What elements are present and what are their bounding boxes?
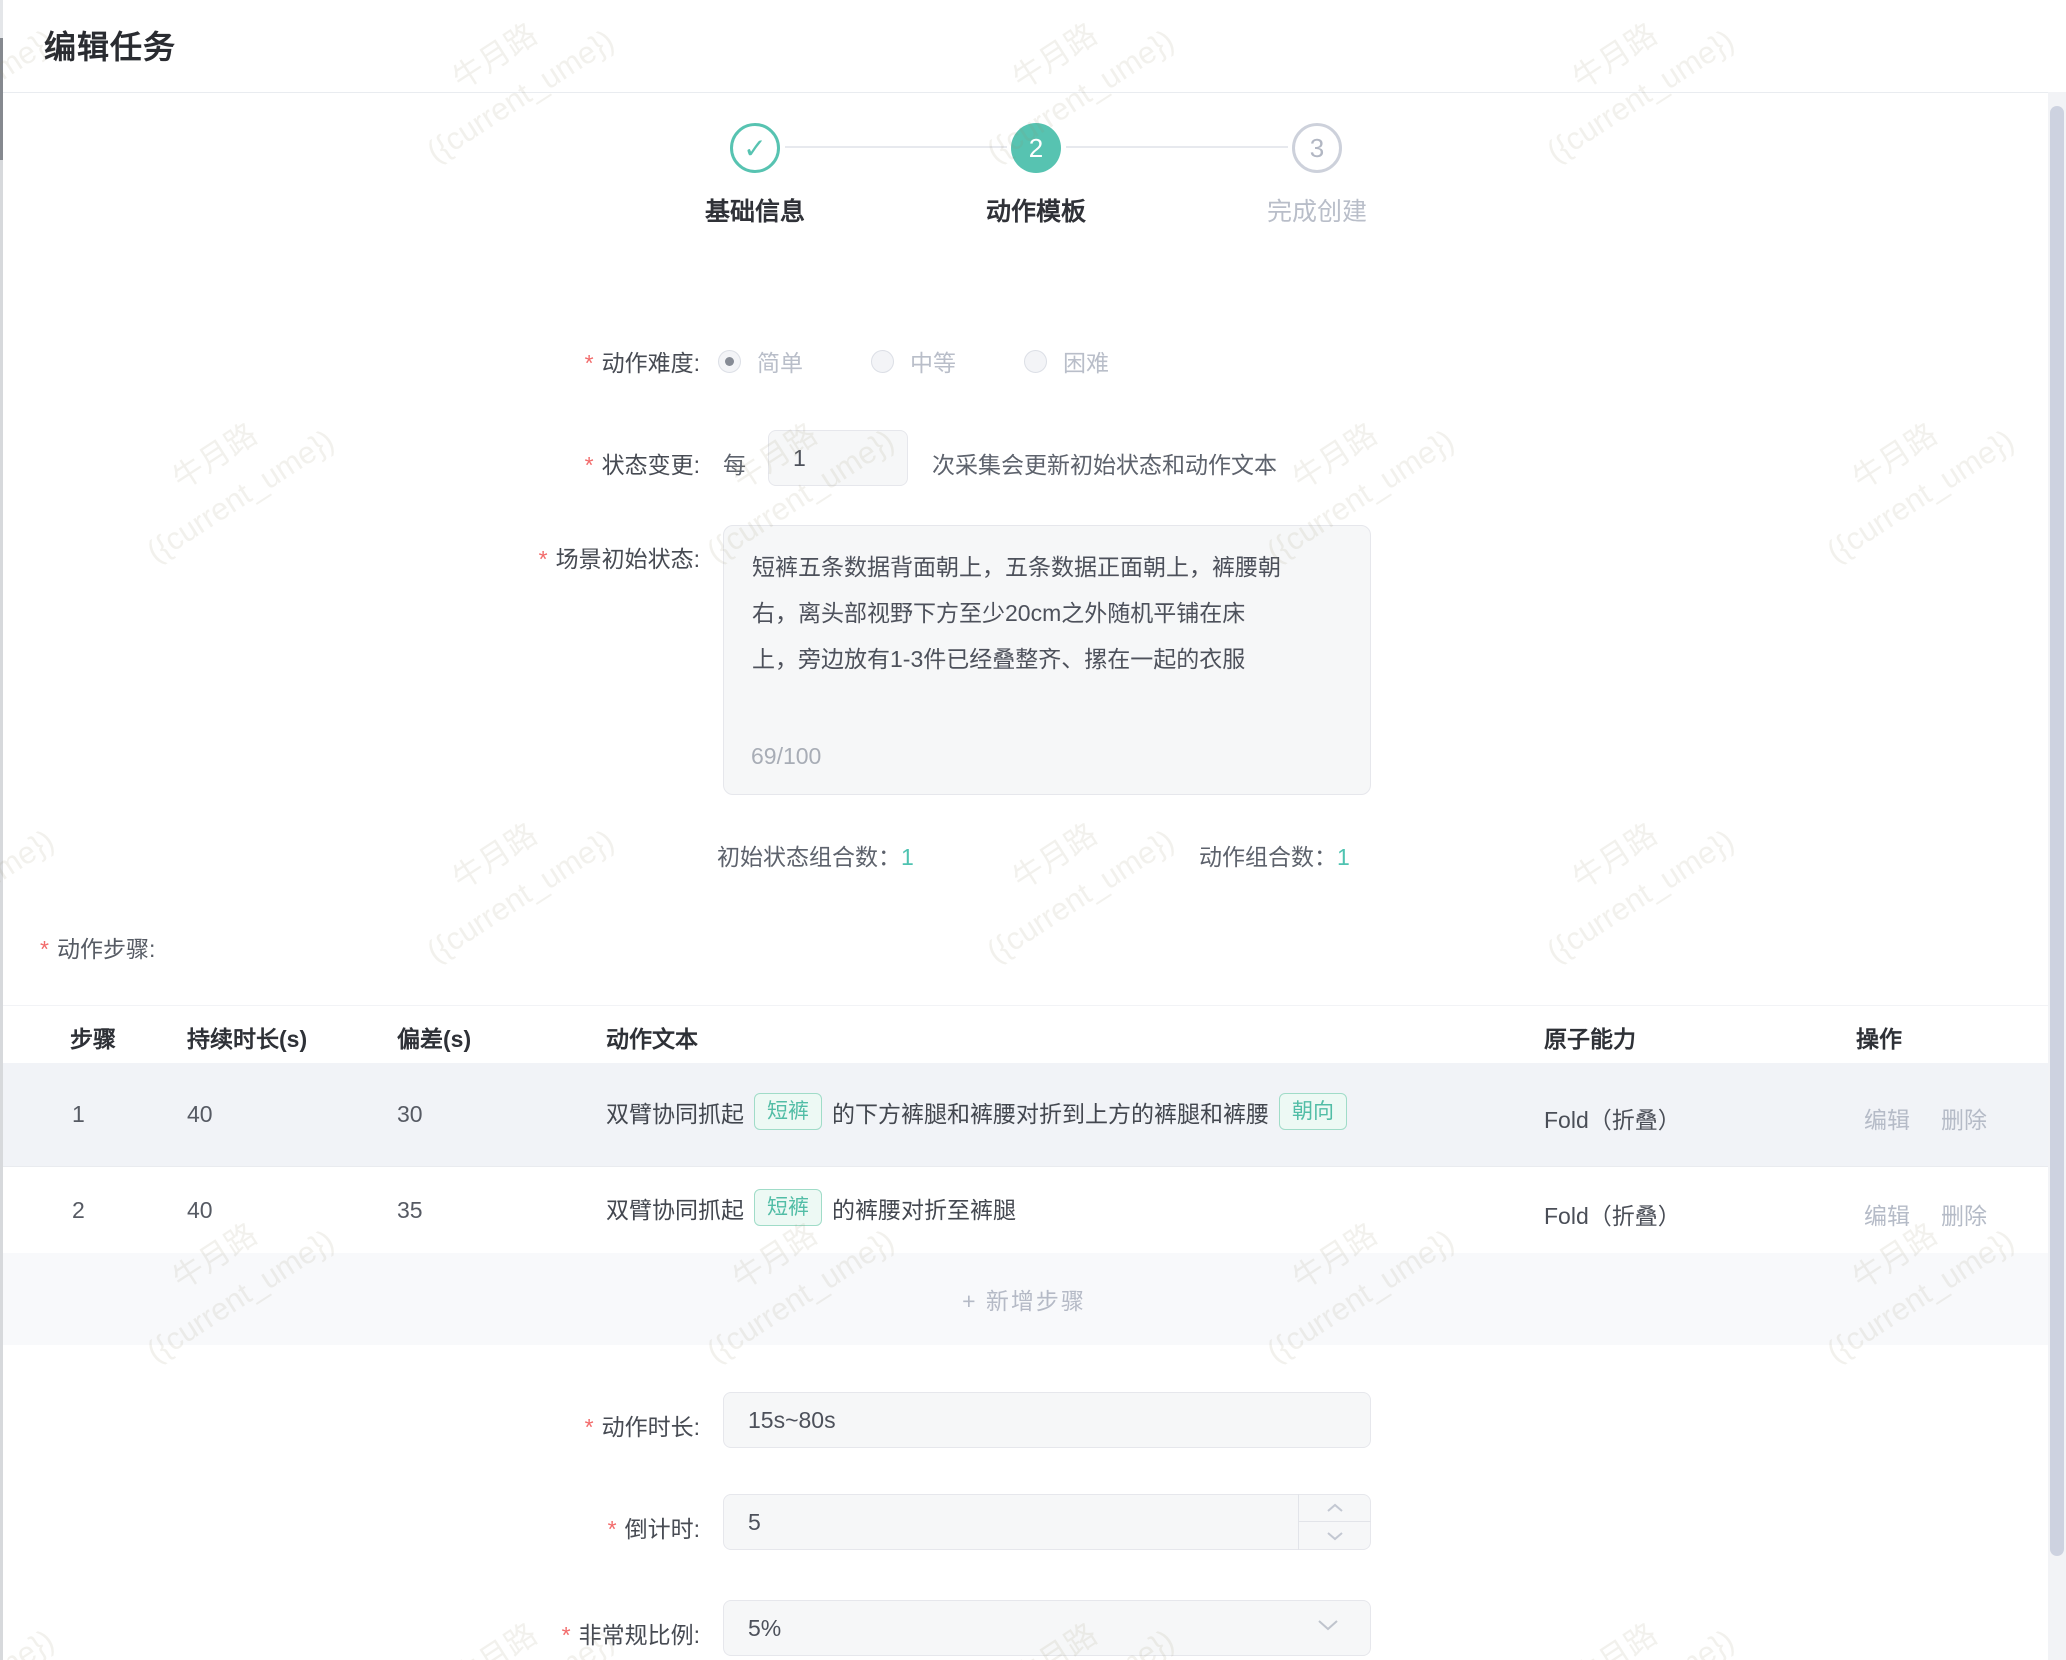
state-change-label: *状态变更: (585, 446, 700, 480)
cell-duration: 40 (187, 1197, 213, 1224)
watermark-text: 牛月路({current_ume}) (1512, 779, 1743, 974)
delete-button[interactable]: 删除 (1941, 1101, 1987, 1135)
unusual-ratio-label: *非常规比例: (562, 1616, 700, 1650)
table-header: 步骤 持续时长(s) 偏差(s) 动作文本 原子能力 操作 (0, 1005, 2048, 1064)
state-change-suffix: 次采集会更新初始状态和动作文本 (932, 446, 1277, 480)
dialog-title: 编辑任务 (44, 22, 176, 68)
step-3-label: 完成创建 (1197, 192, 1437, 228)
action-steps-label: *动作步骤: (40, 930, 155, 964)
orientation-tag: 朝向 (1279, 1093, 1347, 1130)
radio-hard-label: 困难 (1063, 344, 1109, 378)
step-connector (1066, 146, 1288, 148)
radio-circle-selected (718, 350, 741, 373)
left-edge (0, 38, 3, 160)
watermark-text: 牛月路({current_ume}) (1792, 379, 2023, 574)
left-edge (0, 0, 3, 38)
difficulty-radio-group: 简单 中等 困难 (718, 344, 1177, 378)
step-2-number: 2 (1029, 133, 1043, 164)
select-chevron-down-icon[interactable] (1316, 1618, 1340, 1637)
col-operation: 操作 (1856, 1020, 1902, 1054)
edit-button[interactable]: 编辑 (1864, 1101, 1910, 1135)
dialog-header: 编辑任务 (0, 0, 2048, 93)
watermark-text: 牛月路({current_ume}) (392, 779, 623, 974)
difficulty-label: *动作难度: (585, 344, 700, 378)
object-tag: 短裤 (754, 1189, 822, 1226)
countdown-input[interactable] (723, 1494, 1371, 1550)
radio-circle (1024, 350, 1047, 373)
check-icon: ✓ (743, 132, 766, 165)
object-tag: 短裤 (754, 1093, 822, 1130)
step-2-circle: 2 (1011, 123, 1061, 173)
watermark-text: 牛月路({current_ume}) (112, 379, 343, 574)
cell-deviation: 35 (397, 1197, 423, 1224)
action-combo-count: 动作组合数：1 (1199, 838, 1350, 872)
edit-button[interactable]: 编辑 (1864, 1197, 1910, 1231)
watermark-text: 牛月路({current_ume}) (1512, 1579, 1743, 1660)
col-action-text: 动作文本 (606, 1020, 698, 1054)
unusual-ratio-select[interactable] (723, 1600, 1371, 1656)
state-change-input[interactable] (768, 430, 908, 486)
table-row: 1 40 30 双臂协同抓起 短裤 的下方裤腿和裤腰对折到上方的裤腿和裤腰 朝向… (0, 1063, 2048, 1167)
step-3-number: 3 (1310, 133, 1324, 164)
scrollbar-track[interactable] (2048, 92, 2066, 1660)
cell-duration: 40 (187, 1101, 213, 1128)
table-row: 2 40 35 双臂协同抓起 短裤 的裤腰对折至裤腿 Fold（折叠） 编辑 删… (0, 1167, 2048, 1254)
col-ability: 原子能力 (1544, 1020, 1636, 1054)
col-duration: 持续时长(s) (187, 1020, 307, 1054)
initial-combo-count: 初始状态组合数：1 (717, 838, 914, 872)
cell-ability: Fold（折叠） (1544, 1101, 1681, 1135)
cell-action-text: 双臂协同抓起 短裤 的裤腰对折至裤腿 (606, 1189, 1016, 1226)
duration-input[interactable] (723, 1392, 1371, 1448)
radio-simple-label: 简单 (757, 344, 803, 378)
radio-medium-label: 中等 (910, 344, 956, 378)
decrement-button[interactable] (1299, 1522, 1371, 1550)
step-1-circle: ✓ (730, 123, 780, 173)
step-3-circle: 3 (1292, 123, 1342, 173)
countdown-stepper (1298, 1494, 1371, 1550)
radio-medium[interactable]: 中等 (871, 344, 956, 378)
delete-button[interactable]: 删除 (1941, 1197, 1987, 1231)
cell-ability: Fold（折叠） (1544, 1197, 1681, 1231)
radio-circle (871, 350, 894, 373)
duration-label: *动作时长: (585, 1408, 700, 1442)
add-step-button[interactable]: + 新增步骤 (962, 1282, 1086, 1316)
cell-step: 2 (72, 1197, 85, 1224)
required-mark: * (585, 350, 594, 376)
scrollbar-thumb[interactable] (2050, 106, 2064, 1556)
edit-task-dialog: 编辑任务 × ✓ 2 3 基础信息 动作模板 完成创建 *动作难度: 简单 中等… (0, 0, 2066, 1660)
initial-state-label: *场景初始状态: (539, 540, 700, 574)
watermark-text: 牛月路({current_ume}) (0, 1579, 63, 1660)
char-counter: 69/100 (751, 743, 821, 770)
radio-dot (725, 357, 734, 366)
col-step: 步骤 (70, 1020, 116, 1054)
increment-button[interactable] (1299, 1494, 1371, 1522)
left-edge (0, 160, 3, 1660)
radio-simple[interactable]: 简单 (718, 344, 803, 378)
cell-action-text: 双臂协同抓起 短裤 的下方裤腿和裤腰对折到上方的裤腿和裤腰 朝向 (606, 1093, 1357, 1130)
step-2-label: 动作模板 (916, 192, 1156, 228)
radio-hard[interactable]: 困难 (1024, 344, 1109, 378)
add-step-band: + 新增步骤 (0, 1253, 2048, 1345)
watermark-text: 牛月路({current_ume}) (952, 779, 1183, 974)
countdown-label: *倒计时: (608, 1510, 700, 1544)
chevron-down-icon (1326, 1531, 1344, 1541)
chevron-up-icon (1326, 1503, 1344, 1513)
step-1-label: 基础信息 (635, 192, 875, 228)
col-deviation: 偏差(s) (397, 1020, 471, 1054)
step-connector (785, 146, 1007, 148)
state-change-prefix: 每 (723, 446, 746, 480)
cell-step: 1 (72, 1101, 85, 1128)
cell-deviation: 30 (397, 1101, 423, 1128)
